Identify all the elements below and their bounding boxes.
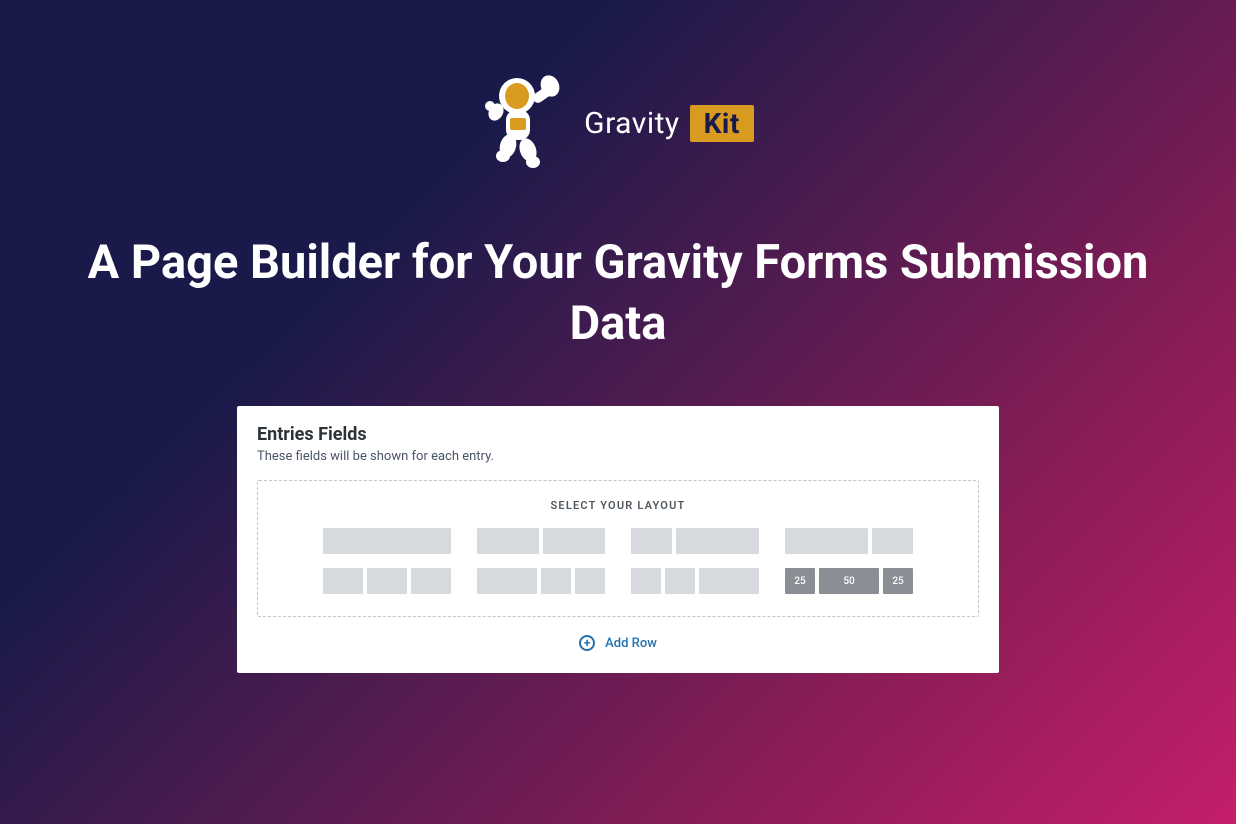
layout-option-50-50[interactable] — [477, 528, 605, 554]
astronaut-icon — [482, 68, 572, 178]
add-row-button[interactable]: + Add Row — [257, 635, 979, 651]
layout-option-25-25-50[interactable] — [631, 568, 759, 594]
logo-section: Gravity Kit — [0, 0, 1236, 178]
layout-block-label: 25 — [785, 568, 815, 594]
layout-row-2: 25 50 25 — [323, 568, 913, 594]
layout-block-label: 25 — [883, 568, 913, 594]
layout-selector: SELECT YOUR LAYOUT — [257, 480, 979, 617]
layout-option-25-50-25[interactable]: 25 50 25 — [785, 568, 913, 594]
layout-block-label: 50 — [819, 568, 879, 594]
panel-subtitle: These fields will be shown for each entr… — [257, 449, 979, 464]
brand-badge: Kit — [690, 105, 754, 142]
plus-circle-icon: + — [579, 635, 595, 651]
layout-option-100[interactable] — [323, 528, 451, 554]
layout-option-50-25-25[interactable] — [477, 568, 605, 594]
layout-option-33-33-33[interactable] — [323, 568, 451, 594]
entries-fields-panel: Entries Fields These fields will be show… — [237, 406, 999, 673]
layout-option-67-33[interactable] — [785, 528, 913, 554]
brand-text: Gravity Kit — [584, 105, 754, 142]
brand-name: Gravity — [584, 106, 679, 141]
page-headline: A Page Builder for Your Gravity Forms Su… — [0, 232, 1236, 354]
layout-option-33-67[interactable] — [631, 528, 759, 554]
add-row-label: Add Row — [605, 636, 657, 651]
layout-label: SELECT YOUR LAYOUT — [282, 499, 954, 512]
panel-title: Entries Fields — [257, 424, 979, 445]
layout-grid: 25 50 25 — [282, 528, 954, 594]
layout-row-1 — [323, 528, 913, 554]
